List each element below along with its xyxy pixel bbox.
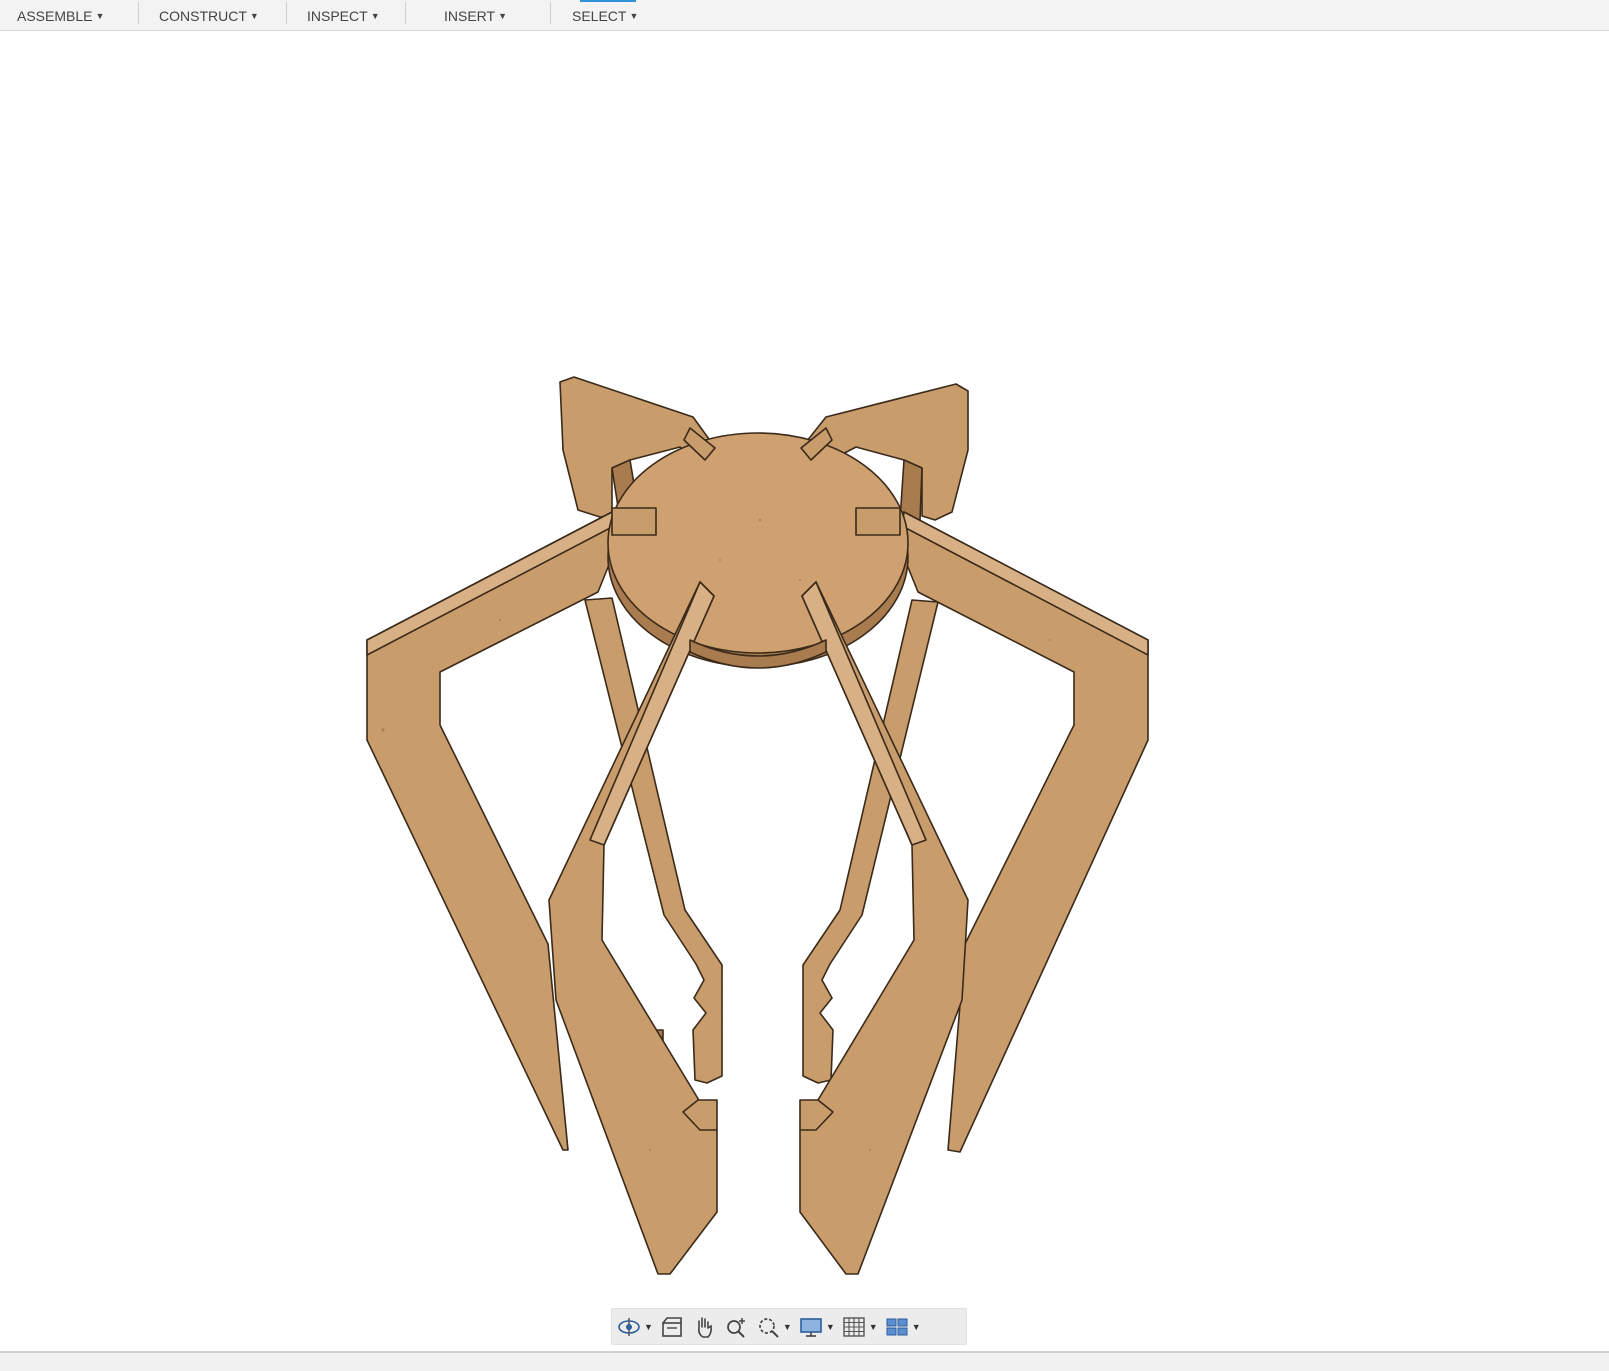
fit-icon	[759, 1317, 779, 1338]
select-menu[interactable]: SELECT ▼	[572, 0, 638, 30]
look-at-icon	[662, 1316, 682, 1337]
toolbar-divider	[550, 2, 551, 24]
chevron-down-icon: ▼	[644, 1321, 653, 1332]
chevron-down-icon: ▼	[911, 1321, 921, 1332]
display-settings-button[interactable]: ▼	[798, 1312, 835, 1342]
chevron-down-icon: ▼	[868, 1321, 878, 1332]
orbit-icon	[618, 1317, 640, 1336]
wooden-lamp-model[interactable]	[0, 31, 1609, 1351]
pan-button[interactable]	[691, 1312, 717, 1342]
orbit-button[interactable]: ▼	[616, 1312, 653, 1342]
toolbar-divider	[138, 2, 139, 24]
inspect-menu-label: INSPECT	[307, 8, 368, 24]
assemble-menu-label: ASSEMBLE	[17, 8, 93, 24]
inspect-menu[interactable]: INSPECT ▼	[307, 0, 380, 30]
insert-menu-label: INSERT	[444, 8, 496, 24]
zoom-icon	[727, 1317, 745, 1338]
chevron-down-icon: ▼	[249, 11, 259, 21]
timeline-bar	[0, 1351, 1609, 1371]
grid-icon	[843, 1316, 865, 1337]
design-canvas[interactable]	[0, 31, 1609, 1351]
active-tool-indicator	[580, 0, 636, 2]
look-at-button[interactable]	[659, 1312, 685, 1342]
chevron-down-icon: ▼	[370, 11, 380, 21]
viewports-icon	[886, 1318, 908, 1335]
top-toolbar: ASSEMBLE ▼ CONSTRUCT ▼ INSPECT ▼ INSERT ▼ SE…	[0, 0, 1609, 31]
select-menu-label: SELECT	[572, 8, 627, 24]
display-settings-icon	[800, 1317, 822, 1337]
pan-icon	[697, 1316, 712, 1338]
viewports-button[interactable]: ▼	[884, 1312, 921, 1342]
construct-menu-label: CONSTRUCT	[159, 8, 247, 24]
toolbar-divider	[286, 2, 287, 24]
model-part-front-right-leg	[799, 581, 969, 1275]
chevron-down-icon: ▼	[95, 11, 105, 21]
toolbar-divider	[405, 2, 406, 24]
construct-menu[interactable]: CONSTRUCT ▼	[159, 0, 259, 30]
insert-menu[interactable]: INSERT ▼	[444, 0, 507, 30]
fit-button[interactable]: ▼	[755, 1312, 792, 1342]
zoom-button[interactable]	[723, 1312, 749, 1342]
chevron-down-icon: ▼	[825, 1321, 835, 1332]
chevron-down-icon: ▼	[629, 11, 639, 21]
chevron-down-icon: ▼	[498, 11, 508, 21]
assemble-menu[interactable]: ASSEMBLE ▼	[17, 0, 104, 30]
chevron-down-icon: ▼	[782, 1321, 792, 1332]
grid-settings-button[interactable]: ▼	[841, 1312, 878, 1342]
navigation-bar: ▼ ▼ ▼ ▼ ▼	[611, 1308, 967, 1345]
